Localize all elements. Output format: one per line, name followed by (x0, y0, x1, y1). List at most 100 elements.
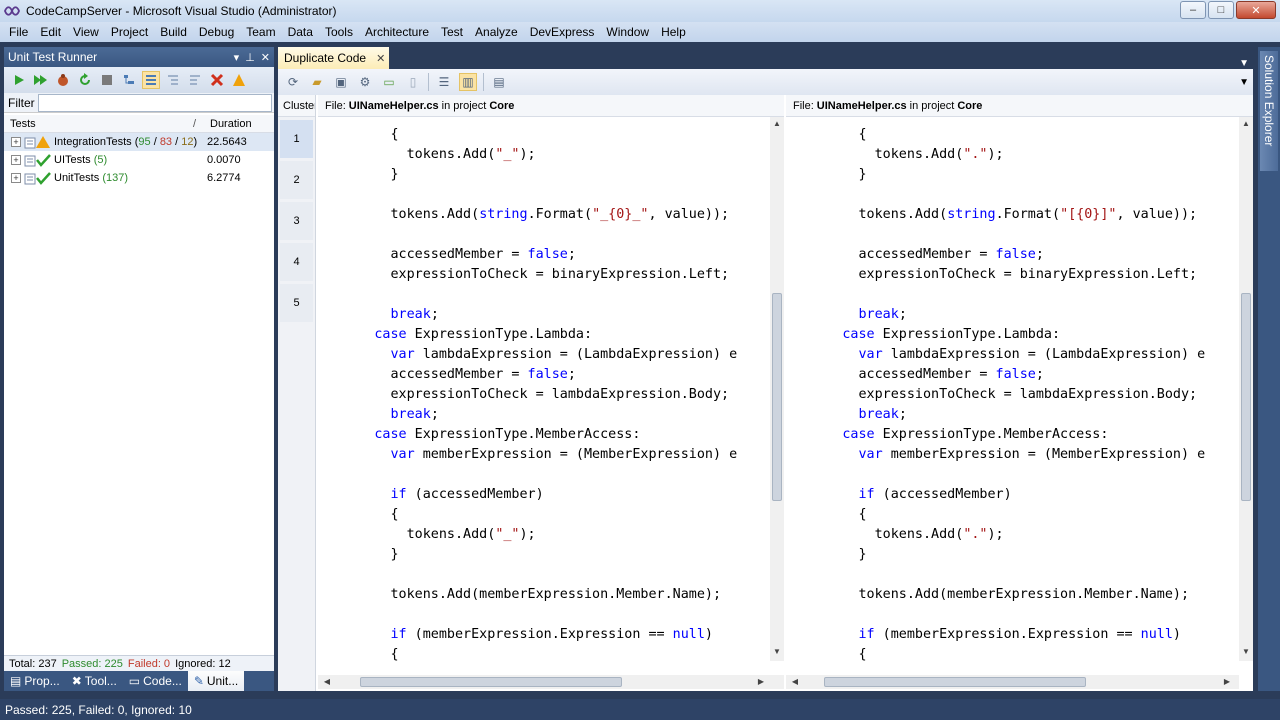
single-pane-icon[interactable]: ☰ (435, 73, 453, 91)
close-button[interactable]: ✕ (1236, 1, 1276, 19)
options-icon[interactable]: ▤ (490, 73, 508, 91)
menu-window[interactable]: Window (600, 25, 655, 39)
menu-devexpress[interactable]: DevExpress (524, 25, 601, 39)
open-folder-icon[interactable]: ▰ (308, 73, 326, 91)
menu-edit[interactable]: Edit (34, 25, 67, 39)
refresh-analysis-icon[interactable]: ⟳ (284, 73, 302, 91)
warning-status-icon (24, 135, 54, 149)
right-file-name[interactable]: UINameHelper.cs (817, 100, 907, 112)
refresh-icon[interactable] (76, 71, 94, 89)
tab-title: Duplicate Code (284, 51, 367, 65)
cluster-item[interactable]: 1 (280, 120, 313, 158)
left-horizontal-scrollbar[interactable]: ◀ ▶ (318, 675, 784, 689)
left-file-name[interactable]: UINameHelper.cs (349, 100, 439, 112)
bottom-tool-tabs: ▤ Prop... ✖ Tool... ▭ Code... ✎ Unit... (4, 671, 274, 691)
minimize-button[interactable]: – (1180, 1, 1206, 19)
save-icon[interactable]: ▣ (332, 73, 350, 91)
cluster-item[interactable]: 5 (280, 284, 313, 322)
right-file-header: File: UINameHelper.cs in project Core (786, 95, 1253, 117)
failed-filter-icon[interactable] (208, 71, 226, 89)
test-duration: 22.5643 (207, 136, 247, 148)
filter-input[interactable] (38, 93, 272, 112)
right-code-text[interactable]: { tokens.Add("."); } tokens.Add(string.F… (794, 125, 1234, 675)
menu-data[interactable]: Data (282, 25, 319, 39)
test-summary: Total: 237 Passed: 225 Failed: 0 Ignored… (4, 655, 274, 671)
expand-toggle-icon[interactable]: + (11, 173, 21, 183)
tab-duplicate-code[interactable]: Duplicate Code ✕ (278, 47, 390, 69)
close-tab-icon[interactable]: ✕ (376, 52, 385, 65)
debug-icon[interactable] (54, 71, 72, 89)
menu-bar: File Edit View Project Build Debug Team … (0, 22, 1280, 42)
right-vertical-scrollbar[interactable]: ▲ ▼ (1239, 117, 1253, 661)
tab-code[interactable]: ▭ Code... (123, 671, 188, 691)
pin-icon[interactable]: ⊥ (245, 51, 255, 64)
menu-architecture[interactable]: Architecture (359, 25, 435, 39)
collapse-icon[interactable] (186, 71, 204, 89)
close-icon[interactable]: ✕ (261, 51, 270, 64)
unit-test-runner-panel: Unit Test Runner ▾ ⊥ ✕ Filter Tests / Dur… (4, 47, 274, 671)
tab-properties[interactable]: ▤ Prop... (4, 671, 66, 691)
dropdown-icon[interactable]: ▾ (234, 51, 240, 64)
column-tests[interactable]: Tests / (4, 118, 200, 130)
properties-icon: ▤ (10, 674, 22, 688)
expand-toggle-icon[interactable]: + (11, 155, 21, 165)
menu-debug[interactable]: Debug (193, 25, 240, 39)
menu-test[interactable]: Test (435, 25, 469, 39)
summary-passed: Passed: 225 (61, 657, 123, 670)
maximize-button[interactable]: □ (1208, 1, 1234, 19)
column-duration[interactable]: Duration (200, 118, 252, 130)
menu-build[interactable]: Build (154, 25, 193, 39)
right-horizontal-scrollbar[interactable]: ◀ ▶ (786, 675, 1239, 689)
export-icon[interactable]: ▭ (380, 73, 398, 91)
summary-total: Total: 237 (9, 657, 57, 670)
menu-view[interactable]: View (67, 25, 105, 39)
menu-analyze[interactable]: Analyze (469, 25, 524, 39)
clusters-list: Clusters 1 2 3 4 5 (278, 95, 316, 691)
cluster-item[interactable]: 4 (280, 243, 313, 281)
menu-team[interactable]: Team (240, 25, 281, 39)
filter-row: Filter (4, 93, 274, 113)
left-file-header: File: UINameHelper.cs in project Core (318, 95, 784, 117)
right-code-pane: File: UINameHelper.cs in project Core { tok… (786, 95, 1253, 691)
clusters-header: Clusters (278, 95, 315, 117)
tab-toolbox[interactable]: ✖ Tool... (66, 671, 123, 691)
test-row[interactable]: + IntegrationTests (95 / 83 / 12) 22.564… (4, 133, 274, 151)
view-list-icon[interactable] (142, 71, 160, 89)
passed-status-icon (24, 153, 54, 167)
copy-icon[interactable]: ▯ (404, 73, 422, 91)
filter-tree-icon[interactable] (120, 71, 138, 89)
test-name: IntegrationTests (54, 136, 132, 148)
warning-filter-icon[interactable] (230, 71, 248, 89)
expand-icon[interactable] (164, 71, 182, 89)
left-project-name: Core (489, 99, 515, 112)
menu-tools[interactable]: Tools (319, 25, 359, 39)
run-icon[interactable] (10, 71, 28, 89)
summary-ignored: Ignored: 12 (175, 657, 231, 670)
toolbar-separator (483, 73, 484, 91)
cluster-item[interactable]: 2 (280, 161, 313, 199)
solution-explorer-tab[interactable]: Solution Explorer (1260, 51, 1278, 171)
cluster-item[interactable]: 3 (280, 202, 313, 240)
toolbar-dropdown-icon[interactable]: ▼ (1239, 77, 1253, 88)
side-by-side-icon[interactable]: ▥ (459, 73, 477, 91)
panel-header: Unit Test Runner ▾ ⊥ ✕ (4, 47, 274, 67)
stop-icon[interactable] (98, 71, 116, 89)
duplicate-code-toolbar: ⟳ ▰ ▣ ⚙ ▭ ▯ ☰ ▥ ▤ ▼ (278, 69, 1253, 95)
toolbox-icon: ✖ (71, 674, 82, 688)
tab-unit-tests[interactable]: ✎ Unit... (187, 671, 245, 691)
menu-file[interactable]: File (3, 25, 34, 39)
menu-project[interactable]: Project (105, 25, 154, 39)
menu-help[interactable]: Help (655, 25, 692, 39)
left-vertical-scrollbar[interactable]: ▲ ▼ (770, 117, 784, 661)
left-code-text[interactable]: { tokens.Add("_"); } tokens.Add(string.F… (326, 125, 766, 675)
panel-title: Unit Test Runner (8, 50, 98, 64)
test-row[interactable]: + UnitTests (137) 6.2774 (4, 169, 274, 187)
expand-toggle-icon[interactable]: + (11, 137, 21, 147)
test-name: UnitTests (54, 172, 100, 184)
tab-dropdown-icon[interactable]: ▼ (1239, 58, 1253, 69)
right-project-name: Core (957, 99, 983, 112)
settings-icon[interactable]: ⚙ (356, 73, 374, 91)
test-row[interactable]: + UITests (5) 0.0070 (4, 151, 274, 169)
test-count: (5) (93, 154, 108, 166)
run-all-icon[interactable] (32, 71, 50, 89)
